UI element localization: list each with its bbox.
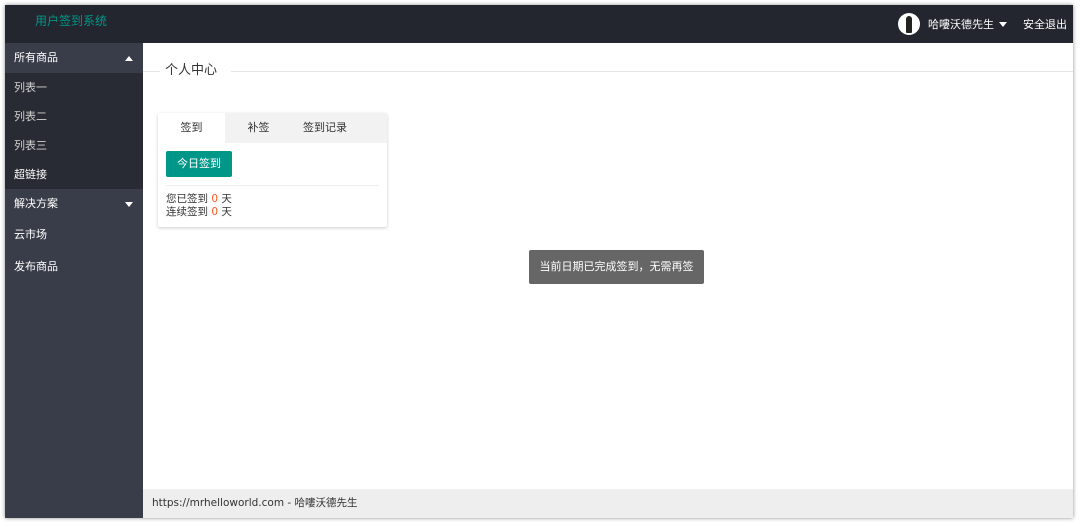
app-window: 用户签到系统 哈嘍沃德先生 安全退出 所有商品 列表一 列表二 列表三 超链接 …: [5, 5, 1073, 518]
footer: https://mrhelloworld.com - 哈嘍沃德先生: [143, 489, 1073, 518]
page-title: 个人中心: [165, 63, 218, 78]
footer-text: https://mrhelloworld.com - 哈嘍沃德先生: [152, 497, 358, 509]
divider: [231, 71, 1073, 72]
tab-makeup-sign-in[interactable]: 补签: [225, 113, 292, 143]
streak-sign-in-stat: 连续签到 0 天: [166, 206, 232, 219]
toast-message: 当前日期已完成签到，无需再签: [529, 250, 704, 284]
sidebar-group-label: 所有商品: [14, 51, 58, 64]
sidebar-item-cloud-market[interactable]: 云市场: [5, 219, 143, 251]
sidebar: 所有商品 列表一 列表二 列表三 超链接 解决方案 云市场 发布商品: [5, 43, 143, 518]
tab-bar: 签到 补签 签到记录: [158, 113, 387, 143]
sign-in-card: 签到 补签 签到记录 今日签到 您已签到 0 天 连续签到 0 天: [158, 113, 387, 227]
sidebar-item-list-1[interactable]: 列表一: [5, 73, 143, 102]
total-sign-in-stat: 您已签到 0 天: [166, 193, 232, 206]
section-title: 个人中心: [143, 61, 1073, 81]
caret-down-icon[interactable]: [999, 21, 1007, 27]
sidebar-item-list-3[interactable]: 列表三: [5, 131, 143, 160]
streak-sign-in-count: 0: [211, 206, 219, 218]
stat-unit: 天: [221, 193, 232, 205]
user-area: 哈嘍沃德先生 安全退出: [898, 5, 1073, 43]
sidebar-submenu: 列表一 列表二 列表三 超链接: [5, 73, 143, 189]
sign-in-today-button[interactable]: 今日签到: [166, 151, 232, 177]
stat-unit: 天: [221, 206, 232, 218]
sidebar-group-all-products[interactable]: 所有商品: [5, 43, 143, 73]
logout-link[interactable]: 安全退出: [1023, 16, 1067, 32]
sidebar-item-list-2[interactable]: 列表二: [5, 102, 143, 131]
sidebar-item-publish-product[interactable]: 发布商品: [5, 251, 143, 283]
tab-sign-in-records[interactable]: 签到记录: [292, 113, 358, 143]
sidebar-item-hyperlink[interactable]: 超链接: [5, 160, 143, 189]
top-header: 用户签到系统 哈嘍沃德先生 安全退出: [5, 5, 1073, 43]
sidebar-group-solutions[interactable]: 解决方案: [5, 189, 143, 219]
stat-label: 您已签到: [166, 193, 208, 205]
divider: [166, 185, 379, 186]
caret-down-icon: [125, 202, 133, 207]
total-sign-in-count: 0: [211, 193, 219, 205]
caret-up-icon: [125, 56, 133, 61]
main-content: 个人中心 签到 补签 签到记录 今日签到 您已签到 0 天 连续签到 0 天 当…: [143, 43, 1073, 489]
avatar[interactable]: [898, 13, 920, 35]
user-name[interactable]: 哈嘍沃德先生: [928, 16, 994, 32]
tab-sign-in[interactable]: 签到: [158, 113, 225, 143]
divider: [143, 71, 160, 72]
app-logo[interactable]: 用户签到系统: [35, 5, 107, 43]
sidebar-group-label: 解决方案: [14, 197, 58, 210]
stat-label: 连续签到: [166, 206, 208, 218]
